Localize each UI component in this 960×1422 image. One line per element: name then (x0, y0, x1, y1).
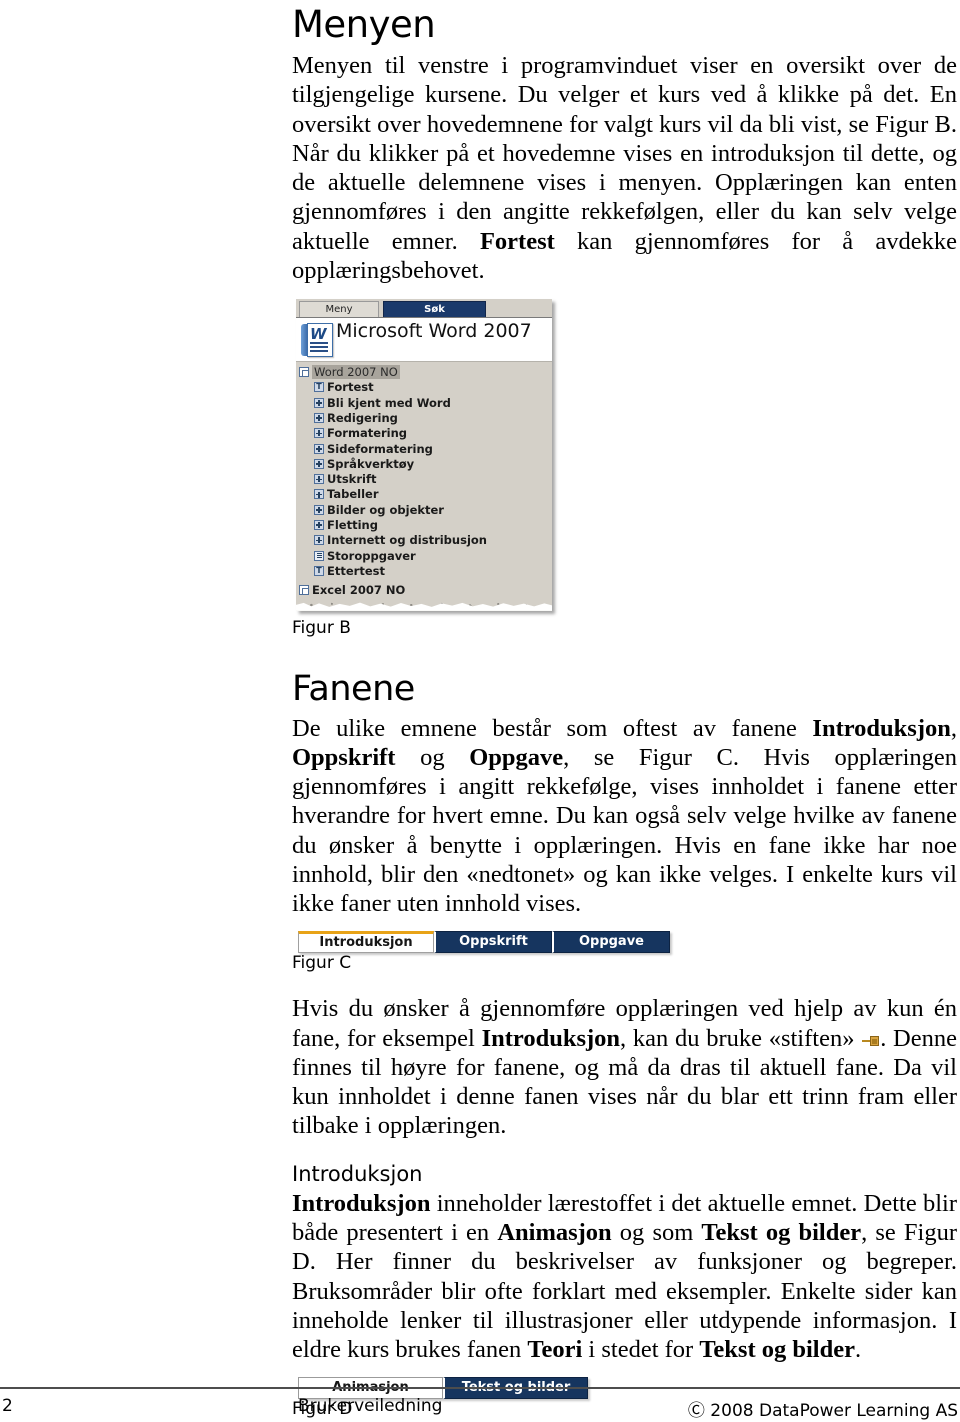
menu-panel-tabbar: Meny Søk (296, 299, 552, 319)
plus-icon[interactable] (314, 489, 324, 500)
tree-item-label: Storoppgaver (327, 548, 416, 563)
tree-item-bli-kjent-med-word[interactable]: Bli kjent med Word (296, 395, 552, 410)
tree-item-label: Redigering (327, 410, 398, 425)
footer-document-title: Brukerveiledning (298, 1396, 443, 1416)
plus-icon[interactable] (314, 443, 324, 454)
tree-item-excel-2007-no[interactable]: Excel 2007 NO (296, 579, 552, 598)
tree-item-label: Språkverktøy (327, 456, 415, 471)
plus-icon[interactable] (314, 397, 324, 408)
plus-icon[interactable] (314, 474, 324, 485)
plus-icon[interactable] (314, 428, 324, 439)
torn-edge-decoration (296, 597, 552, 611)
tree-item-label: Utskrift (327, 472, 377, 487)
tree-item-bilder-og-objekter[interactable]: Bilder og objekter (296, 502, 552, 517)
menu-panel-course-title: Microsoft Word 2007 (336, 320, 532, 343)
lines-icon[interactable] (314, 550, 324, 561)
t-letter-icon[interactable]: T (314, 382, 324, 393)
tree-item-storoppgaver[interactable]: Storoppgaver (296, 548, 552, 563)
plus-icon[interactable] (314, 504, 324, 515)
tree-item-label: Internett og distribusjon (327, 533, 487, 548)
tab-sok[interactable]: Søk (383, 301, 486, 318)
plus-icon[interactable] (314, 535, 324, 546)
tree-item-label: Bilder og objekter (327, 502, 444, 517)
tree-item-label: Fortest (327, 380, 374, 395)
figure-c: Introduksjon Oppskrift Oppgave (298, 930, 670, 953)
tree-item-label: Formatering (327, 426, 408, 441)
paragraph-fanene-2-before: Hvis du ønsker å gjennomføre opplæringen… (292, 995, 957, 1052)
tree-item-fortest[interactable]: T Fortest (296, 380, 552, 395)
tree-item-ettertest[interactable]: T Ettertest (296, 563, 552, 578)
tree-item-word-2007-no[interactable]: Word 2007 NO (296, 364, 552, 380)
box-icon[interactable] (299, 585, 309, 596)
footer-copyright: Ⓒ 2008 DataPower Learning AS (687, 1401, 958, 1421)
tree-item-label: Bli kjent med Word (327, 395, 451, 410)
tree-item-internett-og-distribusjon[interactable]: Internett og distribusjon (296, 533, 552, 548)
menu-panel-header: W Microsoft Word 2007 (296, 318, 552, 363)
tree-item-redigering[interactable]: Redigering (296, 410, 552, 425)
menu-panel-screenshot: Meny Søk W Microsoft Word 2007 Word 2007… (296, 299, 552, 611)
menu-tree: Word 2007 NO T Fortest Bli kjent med Wor… (296, 362, 552, 598)
footer-page-number: 2 (2, 1396, 13, 1416)
caption-figur-b: Figur B (292, 617, 351, 638)
tree-item-label: Sideformatering (327, 441, 433, 456)
word-document-icon: W (301, 323, 333, 358)
document-page: Menyen Menyen til venstre i programvindu… (0, 0, 960, 1422)
tree-item-label: Excel 2007 NO (312, 583, 406, 598)
tree-item-formatering[interactable]: Formatering (296, 426, 552, 441)
tree-item-sprakverktoy[interactable]: Språkverktøy (296, 456, 552, 471)
figure-b: Meny Søk W Microsoft Word 2007 Word 2007… (296, 299, 556, 611)
footer-divider (0, 1387, 960, 1389)
heading-fanene: Fanene (292, 668, 415, 709)
tree-item-label: Fletting (327, 517, 378, 532)
page-footer: 2 Brukerveiledning Ⓒ 2008 DataPower Lear… (0, 1392, 960, 1422)
tab-oppgave[interactable]: Oppgave (552, 930, 670, 953)
t-letter-icon[interactable]: T (314, 565, 324, 576)
tab-meny[interactable]: Meny (299, 301, 379, 318)
heading-menyen: Menyen (292, 3, 436, 46)
paragraph-menyen: Menyen til venstre i programvinduet vise… (292, 52, 958, 285)
plus-icon[interactable] (314, 519, 324, 530)
box-icon[interactable] (299, 367, 309, 378)
paragraph-fanene-1: De ulike emnene består som oftest av fan… (292, 714, 958, 918)
plus-icon[interactable] (314, 412, 324, 423)
pushpin-icon (862, 1035, 880, 1047)
tree-item-label: Ettertest (327, 563, 385, 578)
caption-figur-c: Figur C (292, 952, 352, 973)
paragraph-fanene-2: Hvis du ønsker å gjennomføre opplæringen… (292, 994, 957, 1140)
tree-item-sideformatering[interactable]: Sideformatering (296, 441, 552, 456)
tree-item-fletting[interactable]: Fletting (296, 517, 552, 532)
tree-item-label: Word 2007 NO (312, 365, 400, 380)
tab-oppskrift[interactable]: Oppskrift (434, 930, 552, 953)
plus-icon[interactable] (314, 458, 324, 469)
tree-item-utskrift[interactable]: Utskrift (296, 471, 552, 486)
page-content-column: Menyen Menyen til venstre i programvindu… (292, 0, 957, 1418)
paragraph-introduksjon: Introduksjon inneholder lærestoffet i de… (292, 1189, 957, 1364)
tab-introduksjon[interactable]: Introduksjon (298, 930, 434, 953)
tree-item-label: Tabeller (327, 487, 379, 502)
tree-item-tabeller[interactable]: Tabeller (296, 487, 552, 502)
heading-introduksjon: Introduksjon (292, 1161, 423, 1186)
